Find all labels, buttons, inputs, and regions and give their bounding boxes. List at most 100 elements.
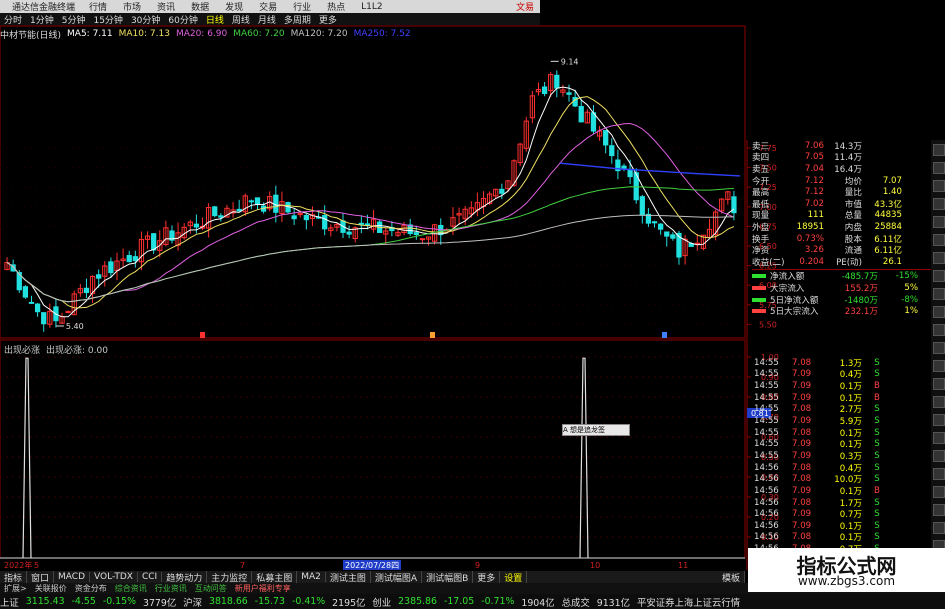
tick-time: 14:55 [754, 404, 779, 415]
info-tab[interactable]: 新用户福利专享 [231, 583, 295, 594]
quote-row: 现量 111 总量 44835 [752, 210, 932, 222]
quote-field: 内盘 [844, 222, 862, 233]
toolbar-tool-icon[interactable] [933, 342, 945, 354]
tick-volume: 0.1万 [839, 533, 862, 544]
candle-body [554, 74, 560, 89]
quote-label: 最低 [752, 199, 770, 210]
toolbar-tool-icon[interactable] [933, 432, 945, 444]
toolbar-tool-icon[interactable] [933, 270, 945, 282]
indicator-tab[interactable]: VOL-TDX [90, 572, 138, 582]
tick-row: 14:55 7.09 0.4万 S [752, 369, 932, 380]
tick-volume: 0.1万 [839, 382, 862, 393]
indicator-tab[interactable]: 指标 [0, 570, 28, 584]
quote-value: 0.204 [799, 256, 824, 267]
toolbar-tool-icon[interactable] [933, 162, 945, 174]
toolbar-tool-icon[interactable] [933, 522, 945, 534]
signal-popup[interactable]: A 想是追龙签 [562, 424, 630, 436]
tick-volume: 2.7万 [839, 405, 862, 416]
indicator-tab[interactable]: CCI [138, 572, 163, 582]
candle-body [499, 188, 505, 194]
tick-volume: 1.7万 [839, 498, 862, 509]
quote-value: 155.2万 [844, 283, 878, 294]
index-pct: -0.15% [102, 596, 136, 607]
total-label: 总成交 [561, 597, 590, 609]
info-tab[interactable]: 扩展> [0, 583, 31, 594]
tick-time: 14:56 [754, 509, 779, 520]
indicator-tab[interactable]: MACD [54, 572, 91, 582]
toolbar-tool-icon[interactable] [933, 414, 945, 426]
toolbar-tool-icon[interactable] [933, 180, 945, 192]
status-bar: 上证 3115.43 -4.55 -0.15% 3779亿 沪深 3818.66 -15.73… [0, 594, 945, 609]
tick-side: S [874, 357, 880, 368]
toolbar-tool-icon[interactable] [933, 144, 945, 156]
quote-value: 0.73% [796, 233, 824, 244]
indicator-tab[interactable]: 趋势动力 [162, 570, 208, 584]
template-button[interactable]: 模板 [718, 570, 745, 584]
toolbar-tool-icon[interactable] [933, 396, 945, 408]
info-tab[interactable]: 关联报价 [31, 583, 71, 594]
info-tab[interactable]: 行业资讯 [151, 583, 191, 594]
date-axis-label: 9 [475, 561, 480, 570]
toolbar-tool-icon[interactable] [933, 450, 945, 462]
quote-label: 现量 [752, 211, 770, 222]
candle-body [578, 106, 584, 123]
toolbar-tool-icon[interactable] [933, 234, 945, 246]
indicator-tab[interactable]: 私募主图 [252, 570, 298, 584]
date-axis-label: 2022/07/28四 [345, 561, 399, 570]
event-marker [662, 332, 667, 338]
indicator-tab[interactable]: 测试幅图B [422, 570, 474, 584]
tick-price: 7.08 [792, 532, 812, 543]
index-name: 沪深 [183, 597, 202, 609]
tick-volume: 1.3万 [839, 358, 862, 369]
candle-body [322, 214, 328, 230]
index-change: -17.05 [443, 596, 475, 607]
indicator-tab[interactable]: 测试主图 [326, 570, 371, 584]
quote-label: 最高 [752, 188, 770, 199]
tick-volume: 0.7万 [839, 510, 862, 521]
tick-time: 14:56 [754, 497, 779, 508]
tick-row: 14:55 7.08 2.7万 S [752, 404, 932, 416]
toolbar-tool-icon[interactable] [933, 288, 945, 300]
toolbar-tool-icon[interactable] [933, 198, 945, 210]
indicator-pane-frame [0, 339, 746, 559]
candle-body [96, 274, 102, 279]
tick-volume: 0.3万 [839, 451, 862, 462]
quote-value: 111 [807, 210, 824, 221]
quote-extra: 43.3亿 [874, 199, 902, 210]
indicator-tab[interactable]: 更多 [473, 570, 501, 584]
info-tab[interactable]: 互动问答 [191, 583, 231, 594]
quote-field: 14.3万 [834, 141, 862, 152]
tick-side: B [874, 381, 880, 392]
quote-label: 5日大宗流入 [770, 307, 819, 318]
toolbar-tool-icon[interactable] [933, 486, 945, 498]
quote-extra: 25884 [874, 221, 902, 232]
quote-label: 卖五 [752, 164, 770, 175]
toolbar-tool-icon[interactable] [933, 252, 945, 264]
toolbar-tool-icon[interactable] [933, 324, 945, 336]
quote-value: 7.05 [804, 152, 824, 163]
candle-body [603, 130, 609, 146]
toolbar-tool-icon[interactable] [933, 216, 945, 228]
quote-row: 外盘 18951 内盘 25884 [752, 221, 932, 233]
toolbar-tool-icon[interactable] [933, 306, 945, 318]
toolbar-tool-icon[interactable] [933, 360, 945, 372]
indicator-tab[interactable]: MA2 [297, 572, 326, 582]
tick-price: 7.09 [792, 450, 812, 461]
tick-price: 7.09 [792, 392, 812, 403]
toolbar-tool-icon[interactable] [933, 378, 945, 390]
indicator-tab[interactable]: 窗口 [27, 570, 55, 584]
quote-field: 均价 [844, 176, 862, 187]
quote-extra: 1.40 [882, 187, 902, 198]
info-tab[interactable]: 资金分布 [71, 583, 111, 594]
indicator-tab-bar: 指标 窗口 MACD VOL-TDX CCI 趋势动力 主力监控 私募主图 MA2 测试主图 测试幅… [0, 570, 745, 584]
candle-body [346, 231, 352, 235]
indicator-tab[interactable]: 主力监控 [207, 570, 253, 584]
toolbar-tool-icon[interactable] [933, 468, 945, 480]
toolbar-tool-icon[interactable] [933, 504, 945, 516]
indicator-tab[interactable]: 测试幅图A [371, 570, 423, 584]
tick-time: 14:56 [754, 532, 779, 543]
index-name: 创业 [372, 597, 392, 609]
info-tab[interactable]: 综合资讯 [111, 583, 151, 594]
indicator-tab[interactable]: 设置 [500, 570, 528, 584]
quote-field: 流通 [844, 246, 862, 257]
